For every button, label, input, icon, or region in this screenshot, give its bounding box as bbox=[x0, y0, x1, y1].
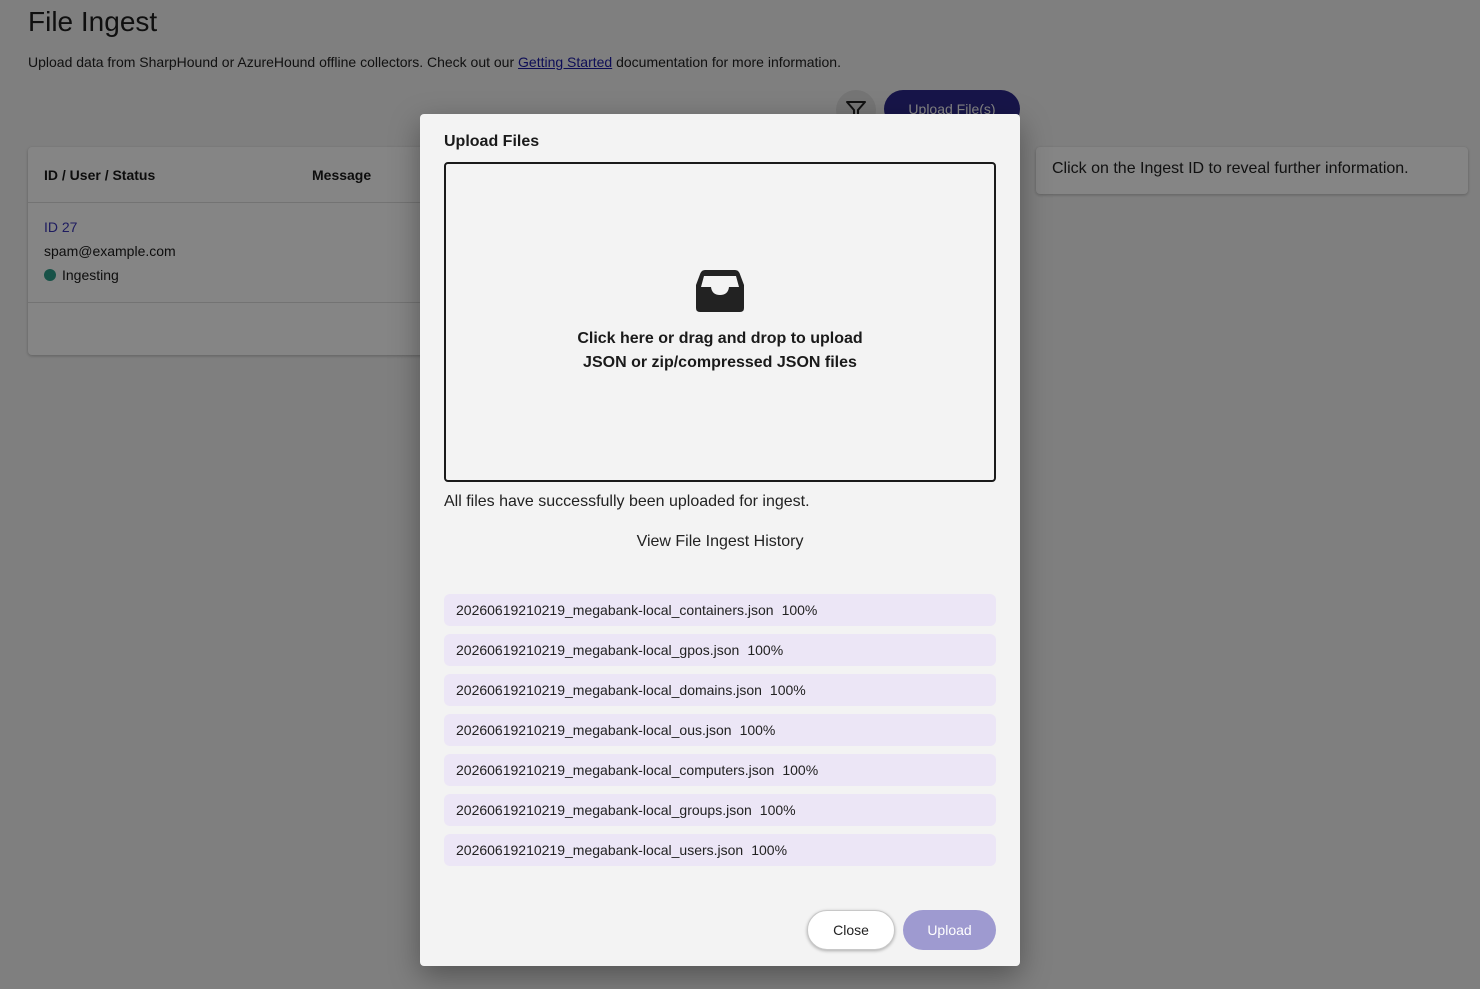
file-name: 20260619210219_megabank-local_groups.jso… bbox=[456, 802, 752, 818]
file-item: 20260619210219_megabank-local_groups.jso… bbox=[444, 794, 996, 826]
file-name: 20260619210219_megabank-local_domains.js… bbox=[456, 682, 762, 698]
upload-button[interactable]: Upload bbox=[903, 910, 996, 950]
file-item: 20260619210219_megabank-local_users.json… bbox=[444, 834, 996, 866]
dialog-title: Upload Files bbox=[444, 133, 540, 150]
inbox-icon bbox=[696, 270, 744, 312]
file-dropzone[interactable]: Click here or drag and drop to upload JS… bbox=[444, 162, 996, 482]
file-item: 20260619210219_megabank-local_computers.… bbox=[444, 754, 996, 786]
upload-files-dialog: Upload Files Click here or drag and drop… bbox=[420, 114, 1020, 966]
file-name: 20260619210219_megabank-local_gpos.json bbox=[456, 642, 740, 658]
uploaded-file-list: 20260619210219_megabank-local_containers… bbox=[444, 594, 996, 874]
dropzone-line-2: JSON or zip/compressed JSON files bbox=[583, 354, 857, 371]
file-item: 20260619210219_megabank-local_containers… bbox=[444, 594, 996, 626]
upload-success-message: All files have successfully been uploade… bbox=[444, 493, 810, 510]
file-progress: 100% bbox=[759, 802, 796, 818]
file-progress: 100% bbox=[747, 642, 784, 658]
dropzone-instructions: Click here or drag and drop to upload JS… bbox=[577, 327, 862, 375]
file-progress: 100% bbox=[739, 722, 776, 738]
file-progress: 100% bbox=[782, 762, 819, 778]
view-ingest-history-link[interactable]: View File Ingest History bbox=[420, 533, 1020, 551]
file-item: 20260619210219_megabank-local_ous.json 10… bbox=[444, 714, 996, 746]
close-button[interactable]: Close bbox=[807, 910, 895, 950]
file-name: 20260619210219_megabank-local_containers… bbox=[456, 602, 774, 618]
file-item: 20260619210219_megabank-local_domains.js… bbox=[444, 674, 996, 706]
dropzone-line-1: Click here or drag and drop to upload bbox=[577, 330, 863, 347]
file-name: 20260619210219_megabank-local_users.json bbox=[456, 842, 744, 858]
file-name: 20260619210219_megabank-local_computers.… bbox=[456, 762, 775, 778]
file-progress: 100% bbox=[751, 842, 788, 858]
file-name: 20260619210219_megabank-local_ous.json bbox=[456, 722, 732, 738]
file-progress: 100% bbox=[769, 682, 806, 698]
file-progress: 100% bbox=[781, 602, 818, 618]
file-item: 20260619210219_megabank-local_gpos.json 1… bbox=[444, 634, 996, 666]
